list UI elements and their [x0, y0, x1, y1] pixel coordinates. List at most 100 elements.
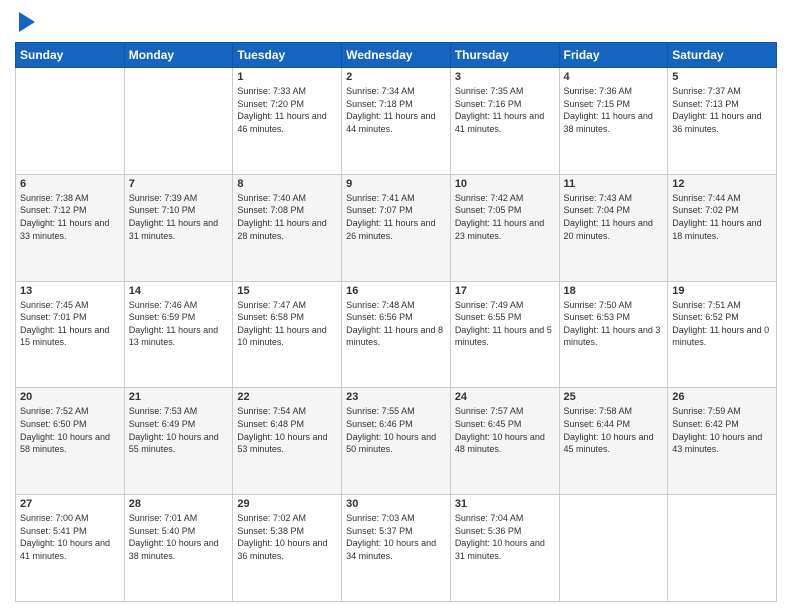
day-info: Sunrise: 7:42 AMSunset: 7:05 PMDaylight:…	[455, 193, 544, 241]
day-info: Sunrise: 7:40 AMSunset: 7:08 PMDaylight:…	[237, 193, 326, 241]
day-number: 1	[237, 71, 337, 83]
day-cell: 26 Sunrise: 7:59 AMSunset: 6:42 PMDayligh…	[668, 388, 777, 495]
day-info: Sunrise: 7:36 AMSunset: 7:15 PMDaylight:…	[564, 86, 653, 134]
day-number: 22	[237, 391, 337, 403]
day-number: 12	[672, 178, 772, 190]
logo-icon	[17, 10, 37, 34]
day-cell: 10 Sunrise: 7:42 AMSunset: 7:05 PMDayligh…	[450, 174, 559, 281]
day-number: 13	[20, 285, 120, 297]
day-cell: 4 Sunrise: 7:36 AMSunset: 7:15 PMDaylight…	[559, 68, 668, 175]
day-number: 6	[20, 178, 120, 190]
page: SundayMondayTuesdayWednesdayThursdayFrid…	[0, 0, 792, 612]
day-number: 7	[129, 178, 229, 190]
day-cell: 21Sunrise: 7:53 AMSunset: 6:49 PMDayligh…	[124, 388, 233, 495]
day-number: 23	[346, 391, 446, 403]
day-cell: 6 Sunrise: 7:38 AMSunset: 7:12 PMDaylight…	[16, 174, 125, 281]
day-info: Sunrise: 7:44 AMSunset: 7:02 PMDaylight:…	[672, 193, 761, 241]
weekday-header-row: SundayMondayTuesdayWednesdayThursdayFrid…	[16, 43, 777, 68]
day-number: 8	[237, 178, 337, 190]
day-info: Sunrise: 7:41 AMSunset: 7:07 PMDaylight:…	[346, 193, 435, 241]
day-cell: 22Sunrise: 7:54 AMSunset: 6:48 PMDayligh…	[233, 388, 342, 495]
day-cell: 11 Sunrise: 7:43 AMSunset: 7:04 PMDayligh…	[559, 174, 668, 281]
day-cell: 3Sunrise: 7:35 AMSunset: 7:16 PMDaylight…	[450, 68, 559, 175]
day-number: 17	[455, 285, 555, 297]
day-number: 28	[129, 498, 229, 510]
day-info: Sunrise: 7:33 AMSunset: 7:20 PMDaylight:…	[237, 86, 326, 134]
weekday-header-wednesday: Wednesday	[342, 43, 451, 68]
day-number: 14	[129, 285, 229, 297]
day-cell: 17 Sunrise: 7:49 AMSunset: 6:55 PMDayligh…	[450, 281, 559, 388]
day-cell: 8 Sunrise: 7:40 AMSunset: 7:08 PMDaylight…	[233, 174, 342, 281]
day-info: Sunrise: 7:01 AMSunset: 5:40 PMDaylight:…	[129, 513, 219, 561]
day-cell: 1 Sunrise: 7:33 AMSunset: 7:20 PMDaylight…	[233, 68, 342, 175]
weekday-header-thursday: Thursday	[450, 43, 559, 68]
weekday-header-sunday: Sunday	[16, 43, 125, 68]
logo-text	[15, 10, 37, 34]
day-number: 27	[20, 498, 120, 510]
day-cell: 7 Sunrise: 7:39 AMSunset: 7:10 PMDaylight…	[124, 174, 233, 281]
day-info: Sunrise: 7:45 AMSunset: 7:01 PMDaylight:…	[20, 300, 109, 348]
day-cell: 20 Sunrise: 7:52 AMSunset: 6:50 PMDayligh…	[16, 388, 125, 495]
day-info: Sunrise: 7:34 AMSunset: 7:18 PMDaylight:…	[346, 86, 435, 134]
day-number: 29	[237, 498, 337, 510]
day-cell: 9 Sunrise: 7:41 AMSunset: 7:07 PMDaylight…	[342, 174, 451, 281]
day-info: Sunrise: 7:04 AMSunset: 5:36 PMDaylight:…	[455, 513, 545, 561]
day-info: Sunrise: 7:51 AMSunset: 6:52 PMDaylight:…	[672, 300, 769, 348]
day-cell: 15 Sunrise: 7:47 AMSunset: 6:58 PMDayligh…	[233, 281, 342, 388]
week-row-4: 20 Sunrise: 7:52 AMSunset: 6:50 PMDayligh…	[16, 388, 777, 495]
day-info: Sunrise: 7:49 AMSunset: 6:55 PMDaylight:…	[455, 300, 552, 348]
day-number: 20	[20, 391, 120, 403]
day-number: 31	[455, 498, 555, 510]
day-info: Sunrise: 7:43 AMSunset: 7:04 PMDaylight:…	[564, 193, 653, 241]
day-info: Sunrise: 7:39 AMSunset: 7:10 PMDaylight:…	[129, 193, 218, 241]
day-cell	[668, 495, 777, 602]
day-info: Sunrise: 7:59 AMSunset: 6:42 PMDaylight:…	[672, 406, 762, 454]
day-cell: 2 Sunrise: 7:34 AMSunset: 7:18 PMDaylight…	[342, 68, 451, 175]
day-cell: 14 Sunrise: 7:46 AMSunset: 6:59 PMDayligh…	[124, 281, 233, 388]
day-cell: 25 Sunrise: 7:58 AMSunset: 6:44 PMDayligh…	[559, 388, 668, 495]
calendar-table: SundayMondayTuesdayWednesdayThursdayFrid…	[15, 42, 777, 602]
week-row-3: 13 Sunrise: 7:45 AMSunset: 7:01 PMDayligh…	[16, 281, 777, 388]
weekday-header-monday: Monday	[124, 43, 233, 68]
weekday-header-saturday: Saturday	[668, 43, 777, 68]
weekday-header-tuesday: Tuesday	[233, 43, 342, 68]
day-info: Sunrise: 7:46 AMSunset: 6:59 PMDaylight:…	[129, 300, 218, 348]
day-number: 10	[455, 178, 555, 190]
day-info: Sunrise: 7:50 AMSunset: 6:53 PMDaylight:…	[564, 300, 661, 348]
day-number: 16	[346, 285, 446, 297]
day-cell: 19 Sunrise: 7:51 AMSunset: 6:52 PMDayligh…	[668, 281, 777, 388]
day-number: 25	[564, 391, 664, 403]
day-number: 11	[564, 178, 664, 190]
day-info: Sunrise: 7:47 AMSunset: 6:58 PMDaylight:…	[237, 300, 326, 348]
day-number: 30	[346, 498, 446, 510]
day-info: Sunrise: 7:02 AMSunset: 5:38 PMDaylight:…	[237, 513, 327, 561]
logo	[15, 10, 37, 34]
day-info: Sunrise: 7:03 AMSunset: 5:37 PMDaylight:…	[346, 513, 436, 561]
day-number: 2	[346, 71, 446, 83]
day-cell: 16 Sunrise: 7:48 AMSunset: 6:56 PMDayligh…	[342, 281, 451, 388]
day-cell: 13 Sunrise: 7:45 AMSunset: 7:01 PMDayligh…	[16, 281, 125, 388]
week-row-1: 1 Sunrise: 7:33 AMSunset: 7:20 PMDaylight…	[16, 68, 777, 175]
day-number: 9	[346, 178, 446, 190]
day-cell: 28 Sunrise: 7:01 AMSunset: 5:40 PMDayligh…	[124, 495, 233, 602]
day-info: Sunrise: 7:52 AMSunset: 6:50 PMDaylight:…	[20, 406, 110, 454]
day-number: 15	[237, 285, 337, 297]
header	[15, 10, 777, 34]
week-row-5: 27Sunrise: 7:00 AMSunset: 5:41 PMDayligh…	[16, 495, 777, 602]
day-number: 19	[672, 285, 772, 297]
day-number: 18	[564, 285, 664, 297]
day-number: 24	[455, 391, 555, 403]
day-info: Sunrise: 7:38 AMSunset: 7:12 PMDaylight:…	[20, 193, 109, 241]
day-cell	[559, 495, 668, 602]
day-info: Sunrise: 7:37 AMSunset: 7:13 PMDaylight:…	[672, 86, 761, 134]
day-info: Sunrise: 7:57 AMSunset: 6:45 PMDaylight:…	[455, 406, 545, 454]
day-cell: 31 Sunrise: 7:04 AMSunset: 5:36 PMDayligh…	[450, 495, 559, 602]
day-number: 26	[672, 391, 772, 403]
day-cell: 23Sunrise: 7:55 AMSunset: 6:46 PMDayligh…	[342, 388, 451, 495]
day-info: Sunrise: 7:48 AMSunset: 6:56 PMDaylight:…	[346, 300, 443, 348]
day-cell: 5Sunrise: 7:37 AMSunset: 7:13 PMDaylight…	[668, 68, 777, 175]
day-number: 4	[564, 71, 664, 83]
day-cell: 12 Sunrise: 7:44 AMSunset: 7:02 PMDayligh…	[668, 174, 777, 281]
day-info: Sunrise: 7:53 AMSunset: 6:49 PMDaylight:…	[129, 406, 219, 454]
day-info: Sunrise: 7:58 AMSunset: 6:44 PMDaylight:…	[564, 406, 654, 454]
